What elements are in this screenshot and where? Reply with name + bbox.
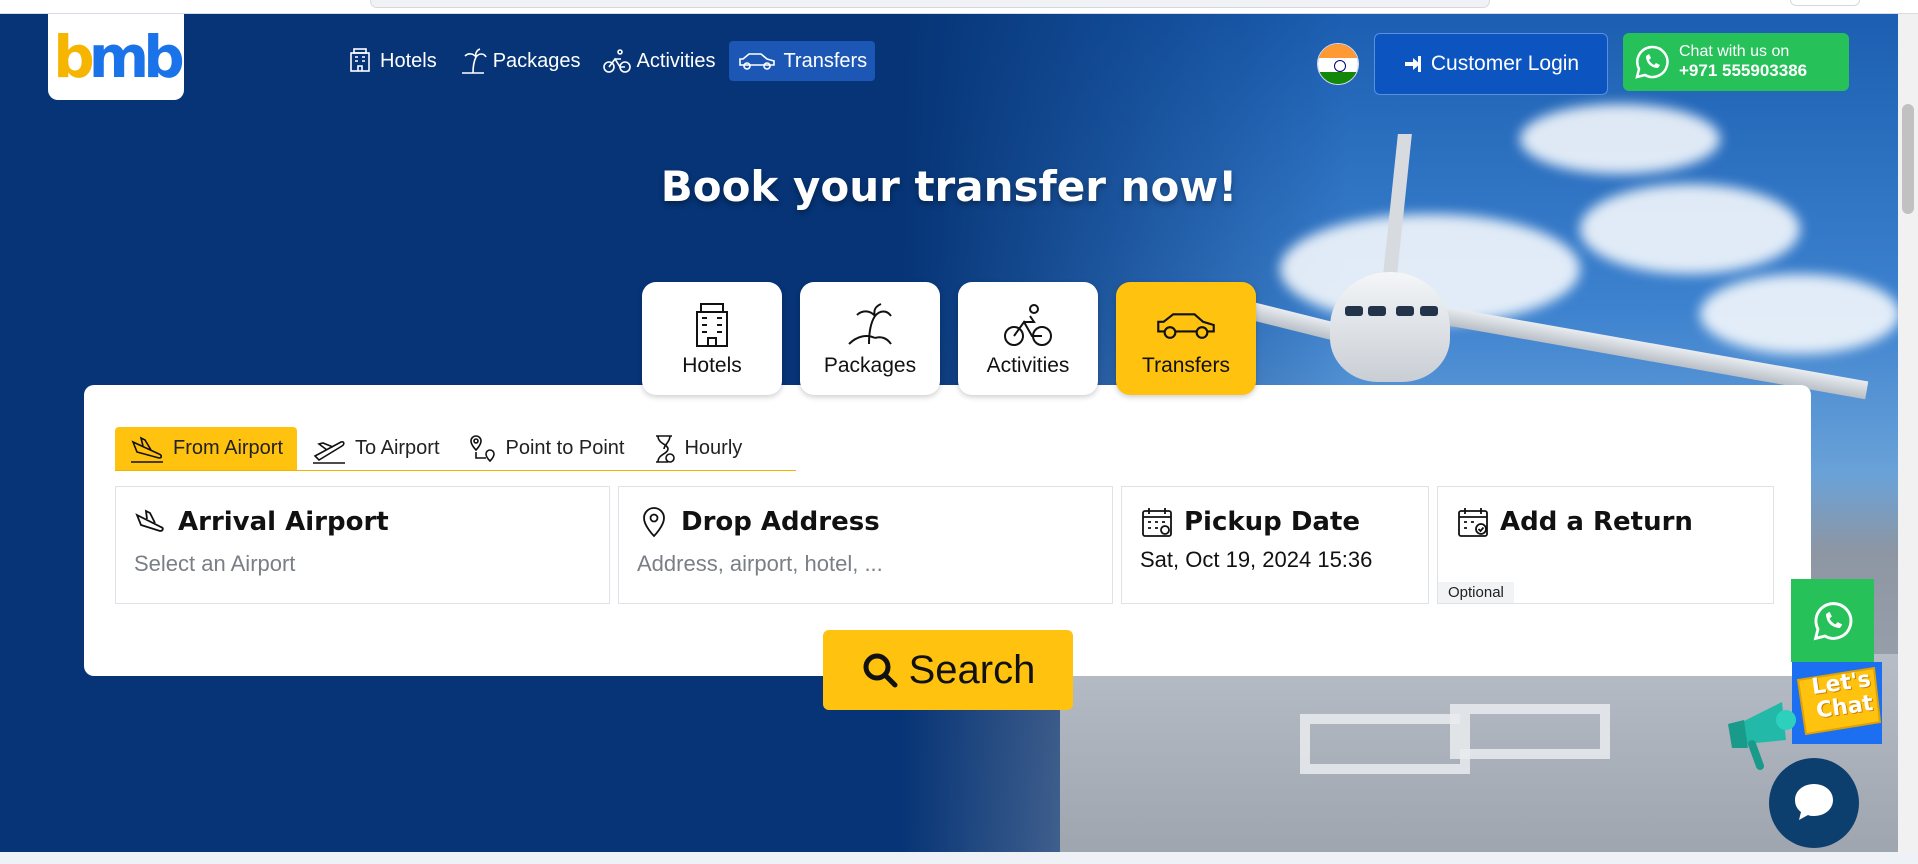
plane-landing-icon (131, 436, 163, 463)
plane-landing-icon (135, 509, 164, 532)
hotel-icon (350, 48, 370, 72)
hotel-icon (696, 302, 728, 347)
browser-top-strip (0, 0, 1918, 14)
scrollbar-thumb[interactable] (1902, 104, 1914, 214)
arrival-airport-field[interactable]: Arrival Airport Select an Airport (115, 486, 610, 604)
nav-transfers[interactable]: Transfers (729, 41, 876, 81)
search-button[interactable]: Search (823, 630, 1073, 710)
car-icon (739, 53, 776, 70)
nav-hotels[interactable]: Hotels (338, 41, 445, 81)
site-logo[interactable]: bmb (48, 14, 185, 100)
customer-login-button[interactable]: Customer Login (1374, 33, 1608, 95)
tile-hotels[interactable]: Hotels (642, 282, 782, 395)
hourglass-icon (656, 434, 676, 463)
arrival-airport-input[interactable]: Select an Airport (134, 551, 591, 577)
category-tiles: Hotels Packages Activities Transfers (642, 282, 1256, 395)
optional-badge: Optional (1438, 582, 1514, 603)
page-bottom-edge (0, 852, 1918, 864)
drop-address-field[interactable]: Drop Address Address, airport, hotel, ..… (618, 486, 1113, 604)
search-icon (863, 653, 898, 688)
palm-tree-icon (848, 302, 892, 345)
sign-in-icon (1404, 56, 1421, 72)
pickup-date-field[interactable]: Pickup Date Sat, Oct 19, 2024 15:36 (1121, 486, 1429, 604)
cyclist-icon (1004, 303, 1052, 346)
whatsapp-icon (1635, 45, 1669, 79)
whatsapp-float-button[interactable] (1791, 579, 1874, 662)
add-return-field[interactable]: Add a Return Optional (1437, 486, 1774, 604)
tile-packages[interactable]: Packages (800, 282, 940, 395)
route-pin-icon (469, 434, 495, 462)
search-fields: Arrival Airport Select an Airport Drop A… (115, 486, 1774, 604)
tab-point-to-point[interactable]: Point to Point (454, 427, 639, 470)
cyclist-icon (602, 49, 631, 73)
logo-mark: bmb (53, 23, 184, 91)
transfer-type-tabs: From Airport To Airport Point to Point H… (115, 427, 796, 471)
nav-packages[interactable]: Packages (451, 41, 589, 81)
tile-activities[interactable]: Activities (958, 282, 1098, 395)
browser-control[interactable] (1790, 0, 1860, 6)
hero-headline: Book your transfer now! (660, 162, 1238, 211)
car-icon (1157, 312, 1215, 339)
address-bar[interactable] (370, 0, 1490, 8)
calendar-icon (1142, 508, 1172, 537)
plane-takeoff-icon (313, 440, 346, 464)
nav-activities[interactable]: Activities (595, 41, 724, 81)
drop-address-input[interactable]: Address, airport, hotel, ... (637, 551, 1094, 577)
lets-chat-label: Let's Chat (1810, 667, 1875, 724)
live-chat-button[interactable] (1769, 758, 1859, 848)
calendar-check-icon (1458, 508, 1488, 537)
plane-body (1330, 272, 1450, 382)
pickup-date-value[interactable]: Sat, Oct 19, 2024 15:36 (1140, 547, 1410, 573)
page-scrollbar[interactable] (1898, 14, 1918, 852)
lets-chat-widget[interactable]: Let's Chat (1722, 662, 1882, 774)
whatsapp-chat-button[interactable]: Chat with us on +971 555903386 (1623, 33, 1849, 91)
tile-transfers[interactable]: Transfers (1116, 282, 1256, 395)
location-pin-icon (643, 507, 665, 538)
tab-from-airport[interactable]: From Airport (115, 427, 298, 470)
tab-hourly[interactable]: Hourly (638, 427, 756, 470)
palm-tree-icon (461, 48, 487, 74)
chat-bubble-icon (1795, 784, 1833, 820)
india-flag-icon[interactable] (1317, 43, 1359, 85)
main-nav: Hotels Packages Activities Transfers (338, 41, 876, 81)
whatsapp-icon (1813, 601, 1852, 640)
tab-to-airport[interactable]: To Airport (297, 427, 453, 470)
